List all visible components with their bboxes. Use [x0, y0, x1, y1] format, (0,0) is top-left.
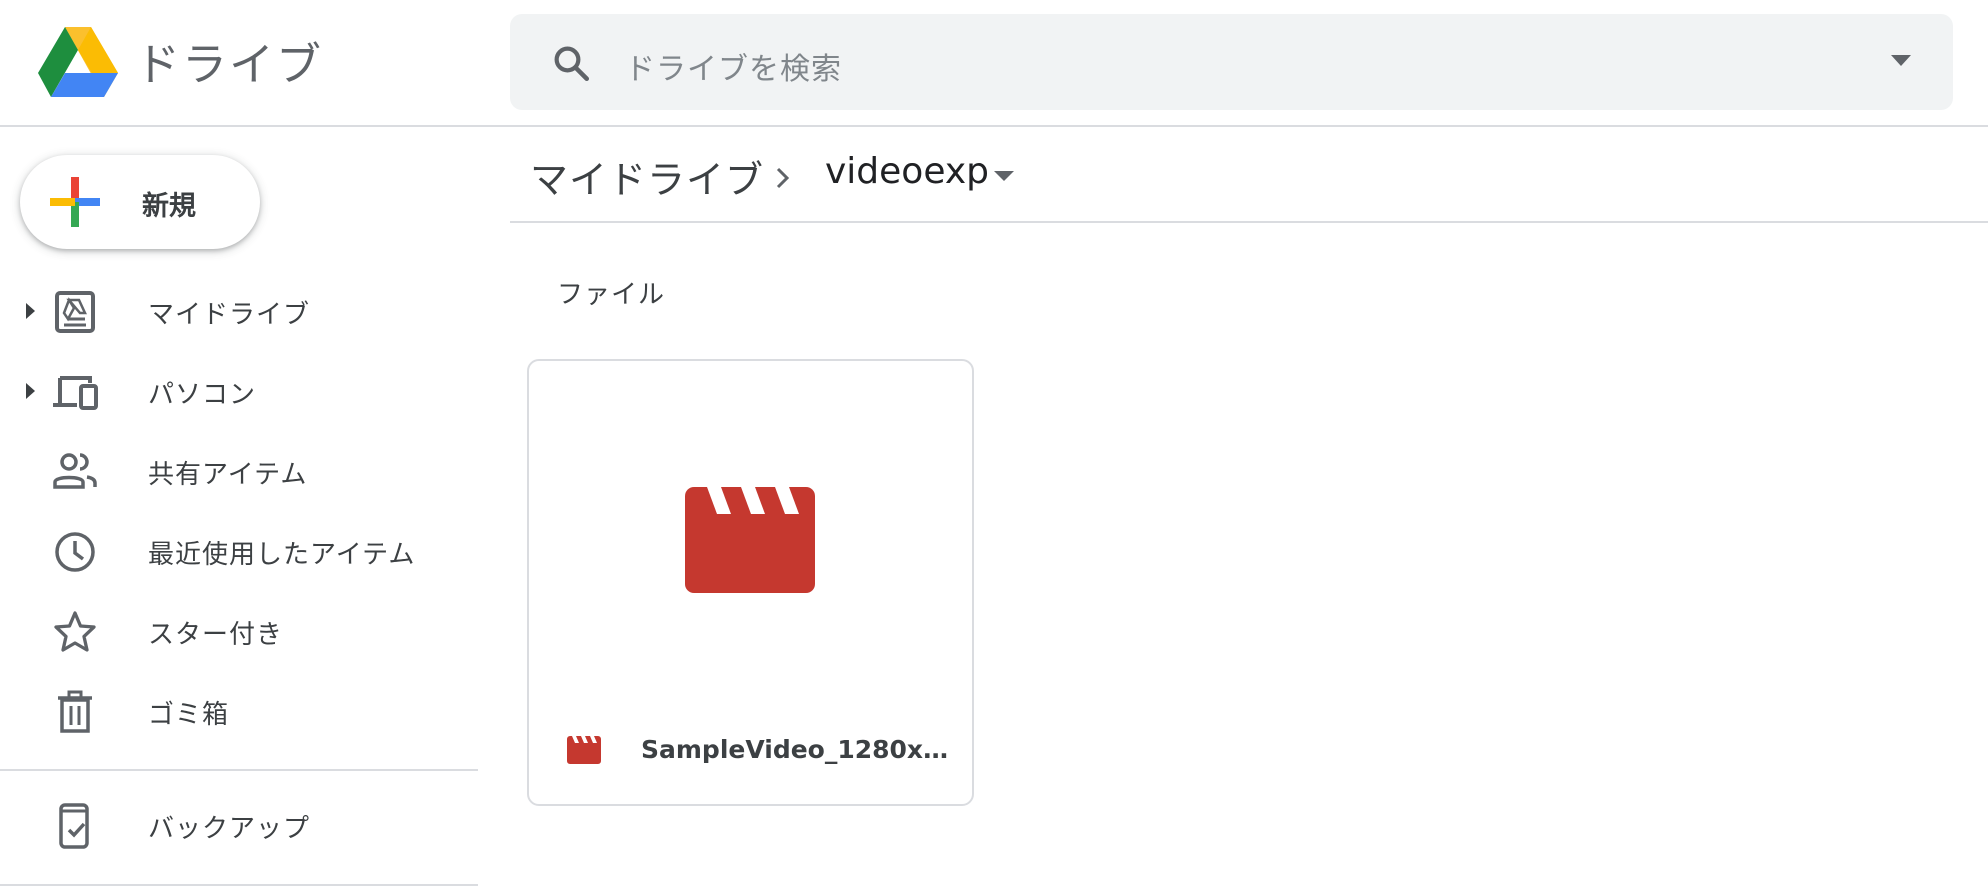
sidebar-item-label: スター付き	[148, 620, 284, 650]
search-input[interactable]: ドライブを検索	[625, 44, 842, 88]
expand-arrow-icon[interactable]	[23, 300, 37, 322]
top-bar: ドライブ ドライブを検索	[0, 0, 1988, 127]
sidebar-item-backup[interactable]: バックアップ	[0, 786, 478, 866]
expand-arrow-icon[interactable]	[23, 380, 37, 402]
chevron-right-icon	[776, 167, 790, 189]
sidebar-item-recent[interactable]: 最近使用したアイテム	[0, 512, 478, 592]
sidebar-item-my-drive[interactable]: マイドライブ	[0, 272, 478, 352]
folder-menu-dropdown-icon[interactable]	[992, 169, 1016, 183]
new-button[interactable]: 新規	[20, 155, 260, 249]
main-divider	[510, 221, 1988, 223]
backup-icon	[59, 803, 89, 849]
search-options-dropdown-icon[interactable]	[1889, 52, 1913, 68]
plus-icon	[50, 177, 100, 227]
video-clapper-icon	[685, 487, 815, 593]
sidebar-item-computers[interactable]: パソコン	[0, 352, 478, 432]
sidebar-item-starred[interactable]: スター付き	[0, 592, 478, 672]
sidebar-item-label: バックアップ	[148, 814, 311, 844]
search-bar[interactable]: ドライブを検索	[510, 14, 1953, 110]
search-icon[interactable]	[550, 42, 592, 84]
sidebar-item-trash[interactable]: ゴミ箱	[0, 672, 478, 752]
sidebar-item-label: ゴミ箱	[148, 700, 230, 730]
sidebar-item-label: 最近使用したアイテム	[148, 540, 416, 570]
shared-people-icon	[53, 453, 97, 489]
breadcrumb-root[interactable]: マイドライブ	[530, 149, 764, 204]
sidebar-item-shared[interactable]: 共有アイテム	[0, 432, 478, 512]
sidebar-divider	[0, 884, 478, 886]
new-button-label: 新規	[142, 191, 196, 222]
video-file-type-icon	[567, 736, 601, 764]
sidebar-item-label: パソコン	[148, 380, 257, 410]
computers-icon	[53, 376, 98, 410]
star-icon	[54, 611, 96, 652]
file-name: SampleVideo_1280x720...	[641, 735, 951, 764]
clock-icon	[55, 532, 95, 572]
file-card[interactable]: SampleVideo_1280x720...	[527, 359, 974, 806]
drive-logo-icon[interactable]	[38, 27, 118, 97]
file-name-row: SampleVideo_1280x720...	[529, 721, 972, 781]
sidebar-item-label: 共有アイテム	[148, 460, 308, 490]
breadcrumb-current-folder[interactable]: videoexp	[825, 151, 989, 192]
my-drive-icon	[55, 291, 95, 333]
section-label-files: ファイル	[557, 280, 666, 310]
sidebar-divider	[0, 769, 478, 771]
trash-icon	[58, 690, 92, 733]
sidebar-item-label: マイドライブ	[148, 300, 311, 330]
app-title: ドライブ	[135, 38, 324, 91]
